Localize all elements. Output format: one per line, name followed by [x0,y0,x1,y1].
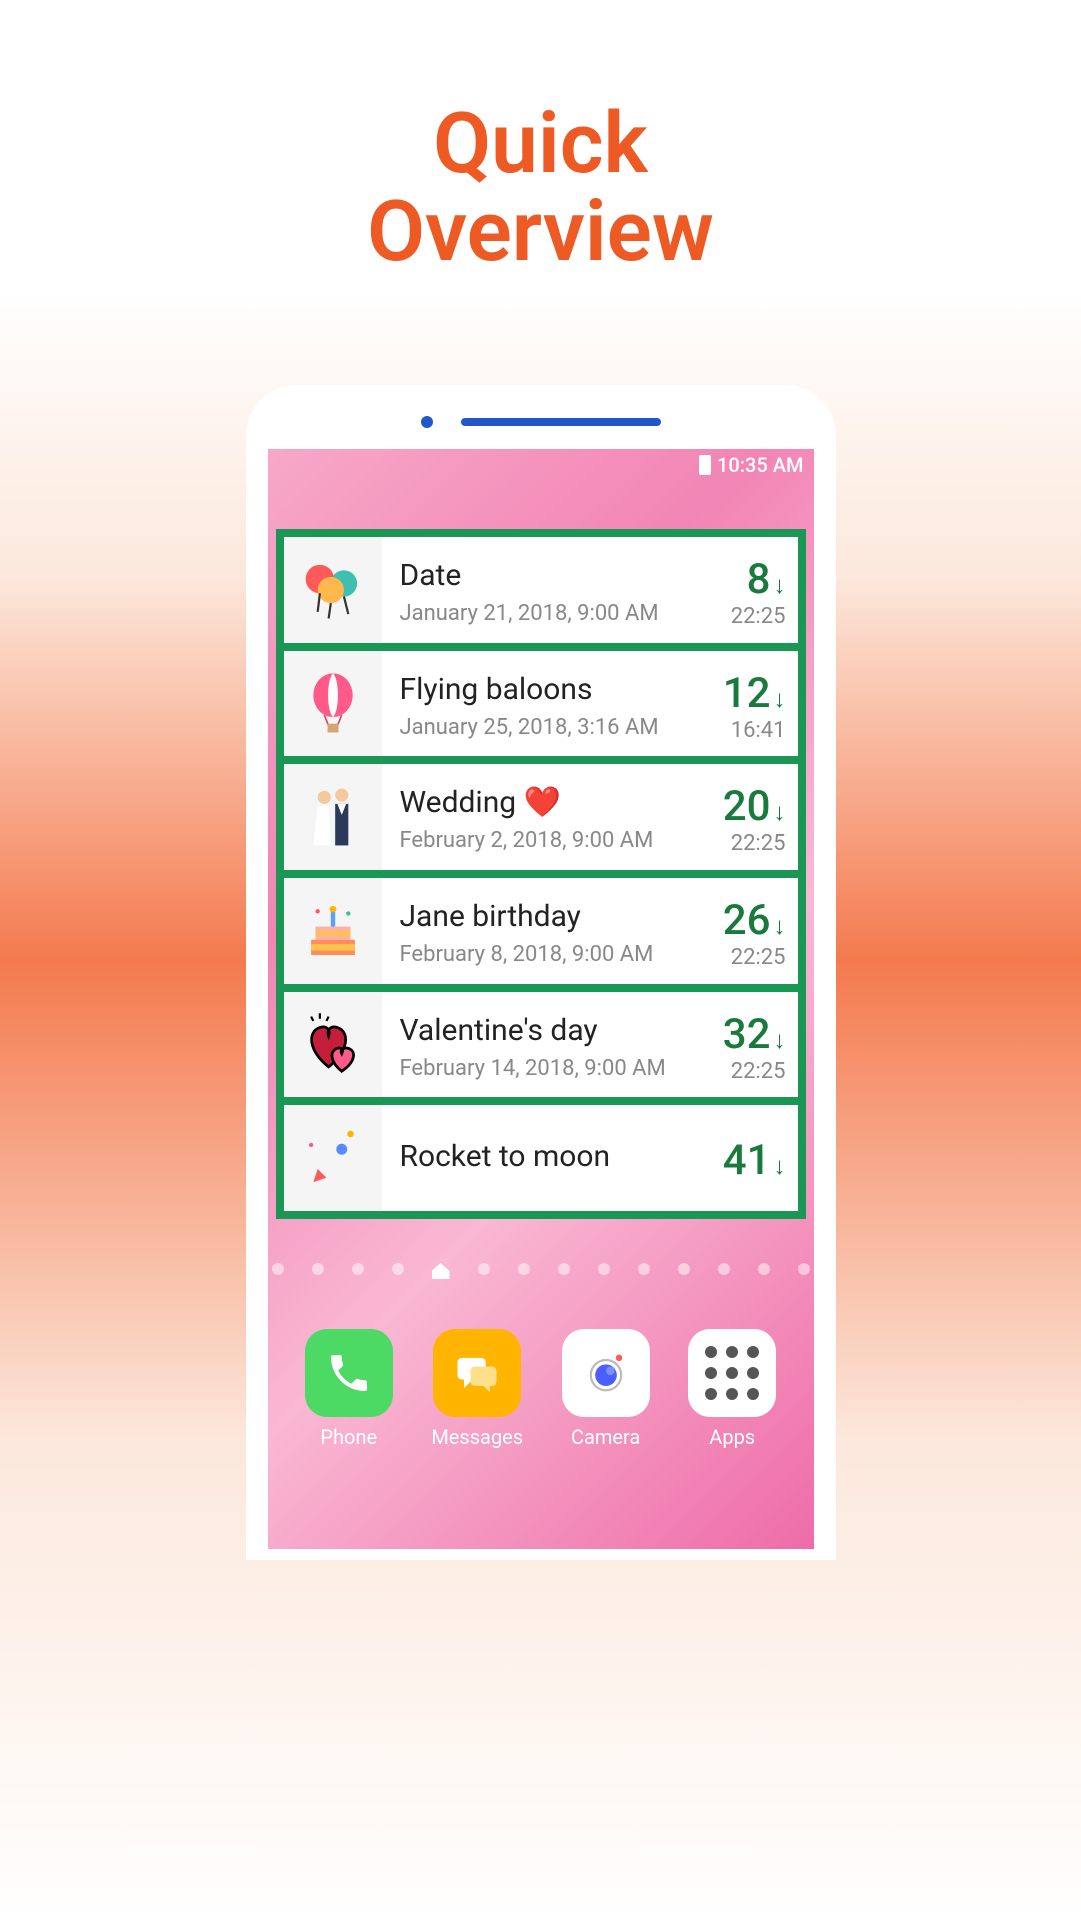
event-time: 22:25 [731,604,786,629]
page-dot[interactable] [718,1263,730,1275]
event-days: 8↓ [731,555,786,604]
down-arrow-icon: ↓ [774,1026,786,1055]
page-dot[interactable] [272,1263,284,1275]
phone-icon [305,1329,393,1417]
down-arrow-icon: ↓ [774,1152,786,1181]
dock-label: Phone [320,1425,377,1449]
dock-label: Camera [571,1425,640,1449]
page-dot[interactable] [798,1263,810,1275]
event-days: 20↓ [723,782,786,831]
event-date: January 21, 2018, 9:00 AM [400,601,731,626]
title-line-2: Overview [0,188,1081,276]
event-body: Wedding ❤️ February 2, 2018, 9:00 AM 20↓… [382,764,798,870]
event-body: Flying baloons January 25, 2018, 3:16 AM… [382,651,798,757]
hot-air-balloon-icon [284,651,382,757]
status-bar: 10:35 AM [268,449,814,481]
page-dot[interactable] [638,1263,650,1275]
event-date: February 2, 2018, 9:00 AM [400,828,723,853]
event-title: Rocket to moon [400,1139,723,1174]
dock-item-phone[interactable]: Phone [305,1329,393,1449]
page-dot[interactable] [678,1263,690,1275]
event-item[interactable]: Rocket to moon 41↓ [284,1105,798,1211]
page-title: Quick Overview [0,0,1081,276]
phone-notch [268,407,814,437]
dock-label: Apps [709,1425,755,1449]
down-arrow-icon: ↓ [774,685,786,714]
phone-screen: 10:35 AM Date January 21, 2018, 9:00 AM … [268,449,814,1549]
event-body: Date January 21, 2018, 9:00 AM 8↓ 22:25 [382,537,798,643]
event-date: February 8, 2018, 9:00 AM [400,942,723,967]
event-date: February 14, 2018, 9:00 AM [400,1056,723,1081]
birthday-cake-icon [284,878,382,984]
down-arrow-icon: ↓ [774,912,786,941]
event-body: Jane birthday February 8, 2018, 9:00 AM … [382,878,798,984]
balloons-icon [284,537,382,643]
page-dot[interactable] [758,1263,770,1275]
rocket-icon [284,1105,382,1211]
event-time: 16:41 [723,718,786,743]
wedding-couple-icon [284,764,382,870]
down-arrow-icon: ↓ [774,571,786,600]
dock-label: Messages [431,1425,523,1449]
earpiece-speaker [461,418,661,426]
down-arrow-icon: ↓ [774,798,786,827]
dock-item-camera[interactable]: Camera [562,1329,650,1449]
event-days: 32↓ [723,1010,786,1059]
event-item[interactable]: Wedding ❤️ February 2, 2018, 9:00 AM 20↓… [284,764,798,870]
event-title: Flying baloons [400,672,723,707]
home-page-indicator[interactable] [432,1263,450,1279]
hearts-icon [284,992,382,1098]
event-time: 22:25 [723,1059,786,1084]
phone-frame: 10:35 AM Date January 21, 2018, 9:00 AM … [246,385,836,1560]
event-date: January 25, 2018, 3:16 AM [400,715,723,740]
event-time: 22:25 [723,945,786,970]
event-item[interactable]: Valentine's day February 14, 2018, 9:00 … [284,992,798,1098]
events-widget: Date January 21, 2018, 9:00 AM 8↓ 22:25 … [276,529,806,1219]
apps-icon [688,1329,776,1417]
event-item[interactable]: Jane birthday February 8, 2018, 9:00 AM … [284,878,798,984]
dock-item-messages[interactable]: Messages [431,1329,523,1449]
event-body: Valentine's day February 14, 2018, 9:00 … [382,992,798,1098]
event-title: Jane birthday [400,899,723,934]
camera-icon [562,1329,650,1417]
event-title: Date [400,558,731,593]
page-dot[interactable] [352,1263,364,1275]
front-camera-dot [421,416,433,428]
event-days: 26↓ [723,896,786,945]
event-days: 12↓ [723,669,786,718]
page-indicator[interactable] [268,1263,814,1279]
page-dot[interactable] [312,1263,324,1275]
event-days: 41↓ [723,1136,786,1185]
page-dot[interactable] [392,1263,404,1275]
status-time: 10:35 AM [717,453,803,477]
page-dot[interactable] [598,1263,610,1275]
event-title: Valentine's day [400,1013,723,1048]
dock: Phone Messages Camera Apps [268,1329,814,1449]
page-dot[interactable] [518,1263,530,1275]
page-dot[interactable] [478,1263,490,1275]
dock-item-apps[interactable]: Apps [688,1329,776,1449]
event-item[interactable]: Flying baloons January 25, 2018, 3:16 AM… [284,651,798,757]
event-time: 22:25 [723,831,786,856]
event-item[interactable]: Date January 21, 2018, 9:00 AM 8↓ 22:25 [284,537,798,643]
page-dot[interactable] [558,1263,570,1275]
title-line-1: Quick [0,100,1081,188]
event-body: Rocket to moon 41↓ [382,1105,798,1211]
event-title: Wedding ❤️ [400,785,723,820]
messages-icon [433,1329,521,1417]
battery-icon [699,455,711,475]
